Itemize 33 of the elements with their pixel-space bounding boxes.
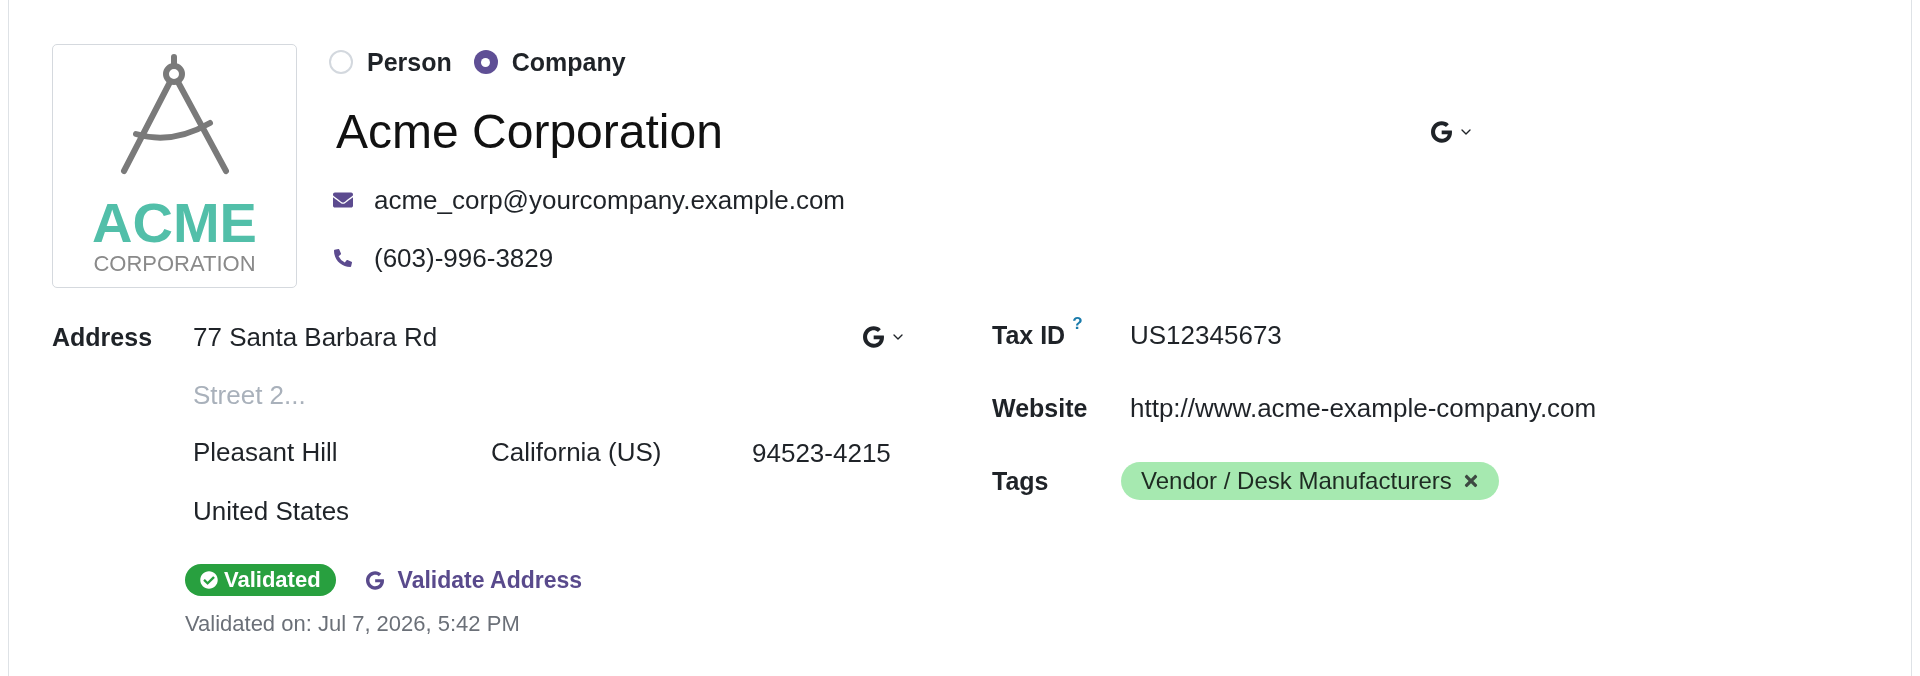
envelope-icon [331,190,355,210]
field-label: Website [992,395,1088,421]
field-label: Tax ID [992,322,1066,348]
phone-field[interactable]: (603)-996-3829 [374,245,554,271]
g-logo-icon [365,570,384,590]
street2-input[interactable]: Street 2... [193,379,321,411]
company-name-field[interactable]: Acme Corporation [336,108,723,156]
status-text: Validated [224,569,321,591]
country-field[interactable]: United States [193,498,350,524]
state-field[interactable]: California (US) [491,436,662,467]
zip-field[interactable]: 94523-4215 [752,440,891,466]
validated-on-text: Validated on: Jul 7, 2026, 5:42 PM [185,613,520,635]
tag-label: Vendor / Desk Manufacturers [1141,469,1452,493]
close-icon [1462,472,1479,490]
radio-label[interactable]: Company [511,49,626,75]
street-field[interactable]: 77 Santa Barbara Rd [193,324,438,350]
field-label: Tags [992,468,1049,494]
radio-label[interactable]: Person [367,49,452,75]
radio-button[interactable] [473,50,498,74]
g-logo-icon [863,326,884,348]
validate-address-link[interactable]: Validate Address [365,568,583,592]
g-logo-icon [1431,121,1452,143]
field-value[interactable]: http://www.acme-example-company.com [1130,395,1597,421]
help-tooltip-mark[interactable]: ? [1072,314,1083,332]
phone-icon [334,249,352,267]
email-field[interactable]: acme_corp@yourcompany.example.com [374,187,845,213]
logo-wordmark: ACME [92,195,257,251]
field-value[interactable]: US12345673 [1130,322,1282,348]
remove-tag-button[interactable] [1462,472,1479,490]
city-field[interactable]: Pleasant Hill [193,436,338,467]
radio-button[interactable] [329,50,353,74]
field-label: Address [52,324,153,350]
logo-subtitle: CORPORATION [93,253,256,275]
